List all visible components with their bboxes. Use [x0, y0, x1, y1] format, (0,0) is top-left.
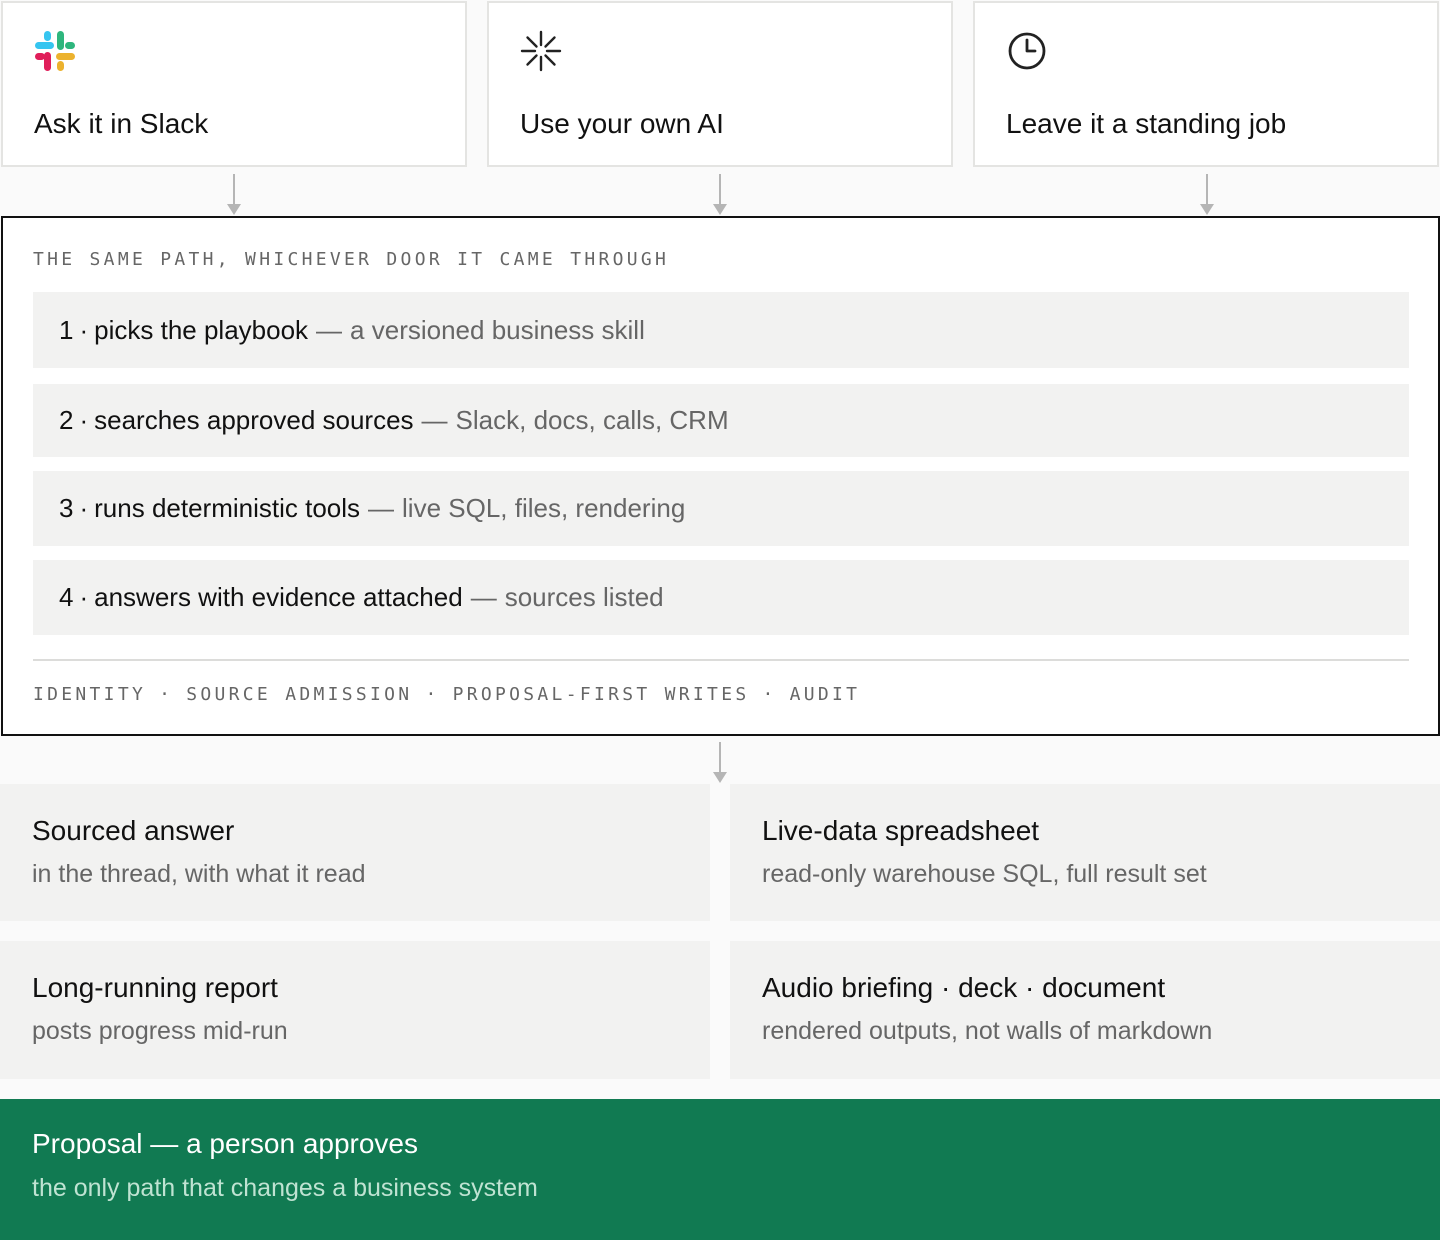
- path-step: 1 · picks the playbook — a versioned bus…: [33, 292, 1409, 368]
- output-title: Long-running report: [32, 972, 278, 1003]
- output-title: Sourced answer: [32, 815, 235, 846]
- guardrail-separator: ·: [762, 684, 777, 705]
- step-title: picks the playbook: [94, 314, 309, 345]
- path-step: 3 · runs deterministic tools — live SQL,…: [33, 471, 1409, 546]
- output-card-sourced-answer: Sourced answer in the thread, with what …: [0, 784, 710, 921]
- entry-label: Use your own AI: [520, 108, 724, 139]
- output-description: read-only warehouse SQL, full result set: [762, 860, 1207, 888]
- connector-arrow: [1197, 174, 1217, 216]
- step-dash: —: [316, 314, 343, 345]
- step-title: searches approved sources: [94, 405, 414, 435]
- proposal-panel: Proposal — a person approves the only pa…: [0, 1099, 1440, 1240]
- connector-arrow: [224, 174, 244, 216]
- step-separator: ·: [79, 493, 89, 523]
- path-step: 4 · answers with evidence attached — sou…: [33, 560, 1409, 635]
- output-card-spreadsheet: Live-data spreadsheet read-only warehous…: [730, 784, 1440, 921]
- asterisk-icon: [519, 29, 563, 73]
- step-description: a versioned business skill: [350, 314, 645, 345]
- step-number: 1: [59, 314, 74, 345]
- proposal-description: the only path that changes a business sy…: [32, 1174, 538, 1202]
- output-description: posts progress mid-run: [32, 1017, 288, 1045]
- step-description: sources listed: [504, 582, 664, 612]
- guardrail-label: AUDIT: [789, 684, 861, 705]
- step-separator: ·: [79, 314, 89, 345]
- output-card-briefing: Audio briefing · deck · document rendere…: [730, 941, 1440, 1079]
- step-separator: ·: [79, 405, 89, 435]
- guardrail-separator: ·: [159, 684, 174, 705]
- step-description: Slack, docs, calls, CRM: [455, 405, 729, 435]
- output-title: Audio briefing · deck · document: [762, 972, 1166, 1003]
- path-step: 2 · searches approved sources — Slack, d…: [33, 384, 1409, 457]
- guardrail-label: IDENTITY: [33, 684, 147, 705]
- entry-label: Ask it in Slack: [34, 108, 209, 139]
- entry-card-own-ai: Use your own AI: [487, 1, 953, 167]
- step-number: 4: [59, 582, 74, 612]
- step-dash: —: [470, 582, 497, 612]
- output-title: Live-data spreadsheet: [762, 815, 1040, 846]
- proposal-title: Proposal — a person approves: [32, 1128, 418, 1159]
- step-description: live SQL, files, rendering: [402, 493, 686, 523]
- step-dash: —: [421, 405, 448, 435]
- step-dash: —: [368, 493, 395, 523]
- connector-arrow: [710, 174, 730, 216]
- shared-path-panel: THE SAME PATH, WHICHEVER DOOR IT CAME TH…: [1, 216, 1440, 736]
- guardrail-label: SOURCE ADMISSION: [186, 684, 413, 705]
- slack-icon: [33, 29, 77, 73]
- connector-arrow: [710, 742, 730, 784]
- output-description: in the thread, with what it read: [32, 860, 366, 888]
- guardrail-row: IDENTITY · SOURCE ADMISSION · PROPOSAL-F…: [33, 683, 860, 707]
- step-number: 2: [59, 405, 74, 435]
- entry-card-slack: Ask it in Slack: [1, 1, 467, 167]
- step-title: runs deterministic tools: [94, 493, 361, 523]
- guardrail-label: PROPOSAL-FIRST WRITES: [452, 684, 750, 705]
- step-title: answers with evidence attached: [94, 582, 463, 612]
- step-number: 3: [59, 493, 74, 523]
- path-divider: [33, 659, 1409, 661]
- entry-card-standing-job: Leave it a standing job: [973, 1, 1439, 167]
- path-heading: THE SAME PATH, WHICHEVER DOOR IT CAME TH…: [33, 249, 670, 270]
- clock-icon: [1005, 29, 1049, 73]
- output-card-report: Long-running report posts progress mid-r…: [0, 941, 710, 1079]
- entry-label: Leave it a standing job: [1006, 108, 1287, 139]
- guardrail-separator: ·: [425, 684, 440, 705]
- step-separator: ·: [79, 582, 89, 612]
- output-description: rendered outputs, not walls of markdown: [762, 1017, 1213, 1045]
